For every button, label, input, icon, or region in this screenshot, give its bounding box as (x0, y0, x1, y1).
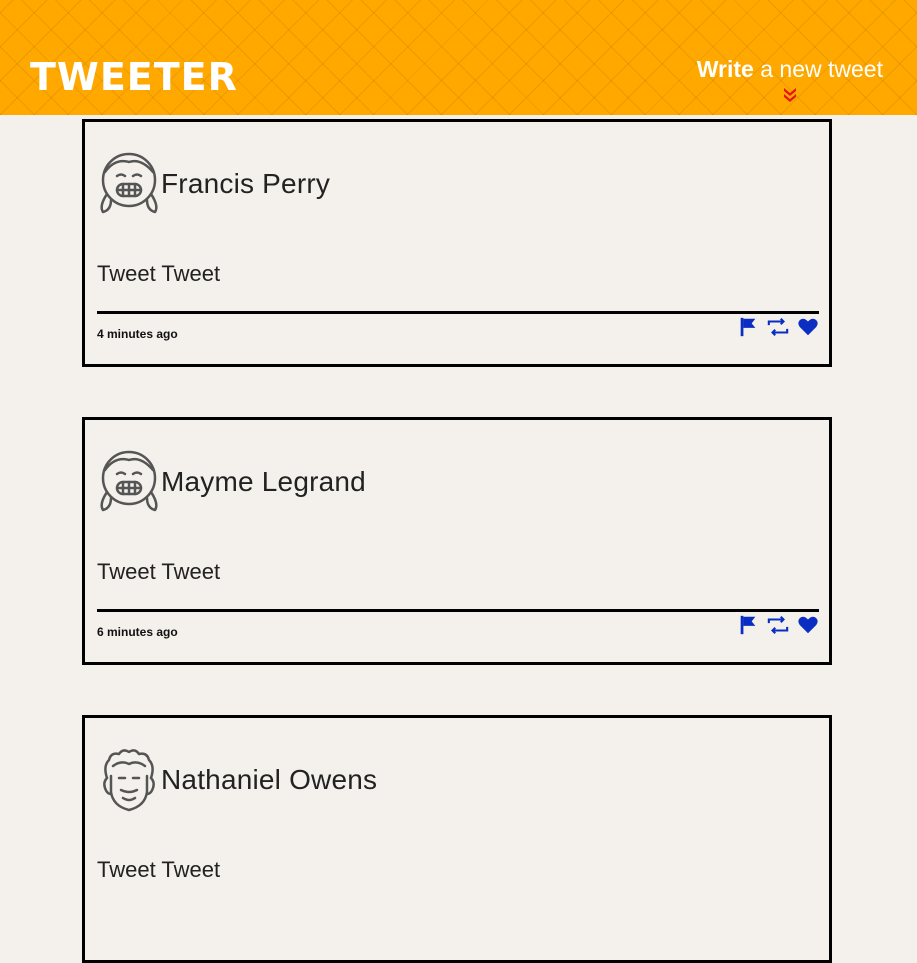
tweet-header: Nathaniel Owens (97, 746, 377, 814)
girl-avatar-icon (97, 448, 161, 516)
top-nav: TWEETER Write a new tweet (0, 0, 917, 115)
compose-label-bold: Write (696, 56, 754, 82)
user-name: Francis Perry (161, 168, 331, 199)
compose-label[interactable]: Write a new tweet (697, 54, 883, 84)
tweet-card: Nathaniel Owens Tweet Tweet (82, 715, 832, 963)
tweet-text: Tweet Tweet (97, 857, 221, 882)
compose-toggle-button[interactable]: Write a new tweet (697, 54, 883, 102)
retweet-icon[interactable] (767, 614, 789, 636)
flag-icon[interactable] (737, 614, 759, 636)
tweet-divider (97, 609, 819, 612)
tweet-header: Francis Perry (97, 150, 330, 218)
heart-icon[interactable] (797, 614, 819, 636)
heart-icon[interactable] (797, 316, 819, 338)
tweet-divider (97, 311, 819, 314)
tweet-text: Tweet Tweet (97, 559, 221, 584)
user-name: Nathaniel Owens (161, 764, 378, 795)
girl-avatar-icon (97, 150, 161, 218)
retweet-icon[interactable] (767, 316, 789, 338)
curly-hair-avatar-icon (97, 746, 161, 814)
tweet-timestamp: 6 minutes ago (97, 625, 178, 639)
tweet-card: Francis Perry Tweet Tweet 4 minutes ago (82, 119, 832, 367)
tweet-timestamp: 4 minutes ago (97, 327, 178, 341)
flag-icon[interactable] (737, 316, 759, 338)
user-name: Mayme Legrand (161, 466, 366, 497)
tweet-actions (729, 614, 819, 636)
tweet-header: Mayme Legrand (97, 448, 366, 516)
tweet-actions (729, 316, 819, 338)
compose-label-rest: a new tweet (753, 56, 883, 82)
tweet-card: Mayme Legrand Tweet Tweet 6 minutes ago (82, 417, 832, 665)
double-chevron-down-icon[interactable] (782, 86, 798, 102)
tweet-text: Tweet Tweet (97, 261, 221, 286)
brand-logo[interactable]: TWEETER (30, 55, 238, 99)
